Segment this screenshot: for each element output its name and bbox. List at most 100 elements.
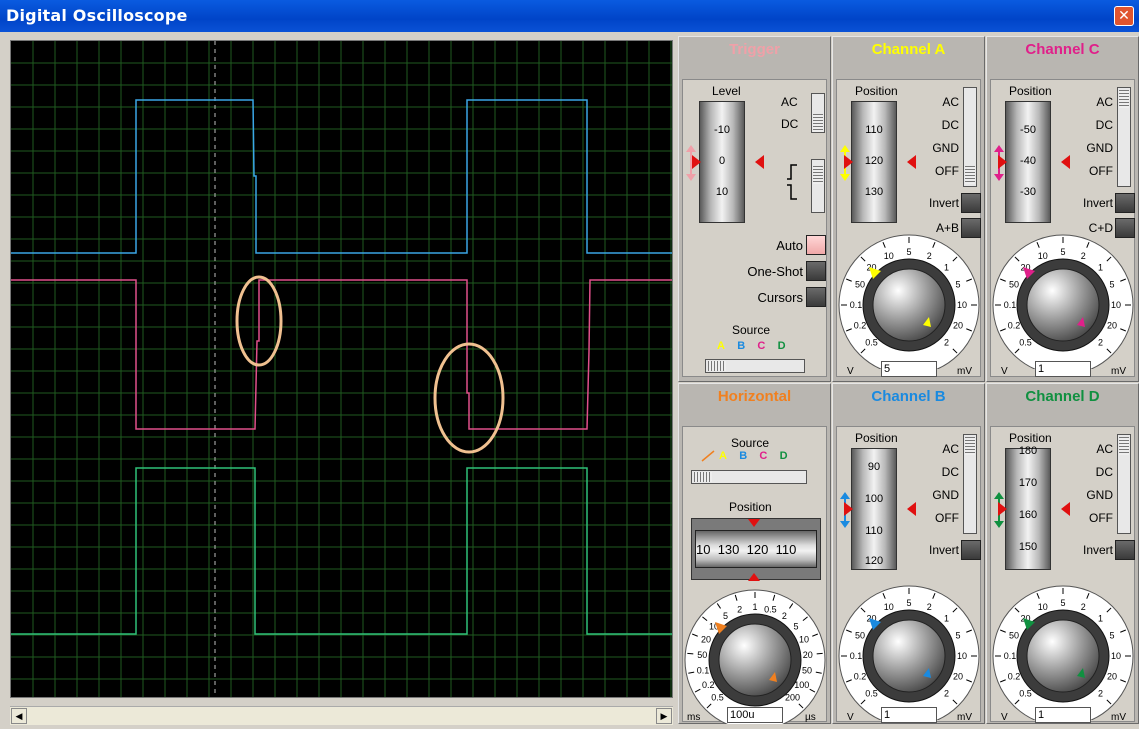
dial-tick-label: 1	[752, 602, 757, 612]
channel-a-invert-button[interactable]	[961, 193, 981, 213]
trigger-ac-label: AC	[781, 95, 798, 109]
channel-d-off: OFF	[1089, 511, 1113, 525]
channel-b-coupling-slider[interactable]	[963, 434, 977, 534]
dial-tick-label: 2	[1081, 251, 1086, 261]
dial-tick-label: 10	[884, 251, 894, 261]
channel-a-unit-left: V	[847, 366, 854, 377]
h-source-c: C	[759, 450, 768, 462]
channel-a-volts-dial[interactable]: 0.5 0.2 0.1 50 20 10 5 2 1 5 10 20 2	[835, 229, 983, 379]
channel-b-off: OFF	[935, 511, 959, 525]
channel-d-coupling-slider[interactable]	[1117, 434, 1131, 534]
channel-a-panel: Channel A Position 110 120 130 AC DC GND…	[832, 36, 985, 382]
dial-tick-label: 0.1	[1004, 300, 1017, 310]
knob-cap[interactable]	[718, 623, 792, 697]
channel-c-dc: DC	[1095, 118, 1113, 132]
dial-tick-label: 50	[855, 631, 865, 641]
channel-b-ac: AC	[942, 442, 959, 456]
auto-label: Auto	[776, 238, 803, 253]
channel-d-tick: 170	[1018, 477, 1038, 489]
cursors-label: Cursors	[757, 290, 803, 305]
dial-tick-label: 100	[794, 680, 809, 690]
horizontal-scrollbar[interactable]: ◀ ▶	[10, 706, 673, 725]
channel-b-unit-left: V	[847, 712, 854, 723]
channel-d-ac: AC	[1096, 442, 1113, 456]
level-tick: -10	[714, 124, 730, 136]
dial-tick-label: 50	[1009, 631, 1019, 641]
trigger-edge-icon	[701, 450, 715, 462]
channel-b-dc: DC	[941, 465, 959, 479]
channel-c-volts-dial[interactable]: 0.5 0.2 0.1 50 20 10 5 2 1 5 10 20 2	[989, 229, 1137, 379]
channel-c-tick: -50	[1020, 124, 1036, 136]
dial-graphic: 0.50.20.1502010 5 21510202	[992, 585, 1134, 727]
cursors-button[interactable]	[806, 287, 826, 307]
dial-tick-label: 0.2	[1008, 320, 1021, 330]
channel-a-value[interactable]: 5	[881, 361, 937, 377]
channel-a-position-label: Position	[855, 84, 898, 98]
channel-d-title: Channel D	[1025, 388, 1100, 405]
title-bar: Digital Oscilloscope ✕	[0, 0, 1139, 32]
trigger-coupling-slider[interactable]	[811, 93, 825, 133]
dial-tick-label: 1	[944, 614, 949, 624]
dial-tick-label: 0.5	[865, 688, 878, 698]
knob-cap[interactable]	[872, 268, 946, 342]
knob-cap[interactable]	[1026, 268, 1100, 342]
source-d: D	[777, 340, 786, 352]
channel-c-ac: AC	[1096, 95, 1113, 109]
channel-d-value[interactable]: 1	[1035, 707, 1091, 723]
channel-a-invert-label: Invert	[928, 196, 959, 210]
dial-tick-label: 2	[944, 688, 949, 698]
channel-c-invert-button[interactable]	[1115, 193, 1135, 213]
horizontal-value[interactable]: 100u	[727, 707, 783, 723]
dial-tick-label: 2	[927, 251, 932, 261]
dial-tick-label: 0.1	[850, 651, 863, 661]
channel-c-invert-label: Invert	[1082, 196, 1113, 210]
auto-button[interactable]	[806, 235, 826, 255]
level-pointers-icon	[692, 155, 764, 169]
h-tick: 10	[696, 542, 711, 557]
horizontal-panel: Horizontal Source A B C D Position 10 13…	[678, 383, 831, 729]
h-source-d: D	[779, 450, 788, 462]
channel-d-tick: 150	[1018, 541, 1038, 553]
channel-a-tick: 130	[864, 186, 884, 198]
channel-d-invert-button[interactable]	[1115, 540, 1135, 560]
source-a: A	[717, 340, 725, 352]
dial-tick-label: 0.1	[850, 300, 863, 310]
oneshot-label: One-Shot	[747, 264, 803, 279]
knob-cap[interactable]	[872, 619, 946, 693]
scroll-left-button[interactable]: ◀	[11, 708, 27, 724]
dial-tick-label: 0.2	[854, 671, 867, 681]
channel-b-invert-button[interactable]	[961, 540, 981, 560]
channel-c-coupling-slider[interactable]	[1117, 87, 1131, 187]
left-arrow-icon: ◀	[15, 711, 23, 721]
dial-graphic: 0.50.20.1502010 5 21510202	[992, 234, 1134, 376]
oneshot-button[interactable]	[806, 261, 826, 281]
channel-c-tick: -30	[1020, 186, 1036, 198]
horizontal-time-dial[interactable]: 0.5 0.2 0.1 50 20 10 5 2 1 0.5 2 5 10 20 50 100 200	[681, 584, 829, 729]
trigger-source-letters: A B C D	[717, 340, 786, 352]
grid	[11, 41, 672, 697]
window-title: Digital Oscilloscope	[6, 6, 188, 25]
knob-cap[interactable]	[1026, 619, 1100, 693]
channel-b-tick: 120	[864, 555, 884, 567]
channel-d-volts-dial[interactable]: 0.5 0.2 0.1 50 20 10 5 2 1 5 10 20 2	[989, 580, 1137, 727]
horizontal-source-letters: A B C D	[719, 450, 788, 462]
channel-a-coupling-slider[interactable]	[963, 87, 977, 187]
trigger-edge-slider[interactable]	[811, 159, 825, 213]
dial-tick-label: 20	[803, 650, 813, 660]
channel-b-value[interactable]: 1	[881, 707, 937, 723]
close-button[interactable]: ✕	[1114, 6, 1134, 26]
dial-tick-label: 20	[1107, 671, 1117, 681]
horizontal-unit-right: µs	[805, 712, 816, 723]
horizontal-source-slider[interactable]	[691, 470, 807, 484]
level-label: Level	[712, 84, 741, 98]
channel-b-volts-dial[interactable]: 0.5 0.2 0.1 50 20 10 5 2 1 5 10 20 2	[835, 580, 983, 727]
channel-d-gnd: GND	[1086, 488, 1113, 502]
channel-b-tick: 90	[867, 461, 881, 473]
channel-c-value[interactable]: 1	[1035, 361, 1091, 377]
trigger-source-slider[interactable]	[705, 359, 805, 373]
dial-tick-label: 50	[697, 650, 707, 660]
channel-b-panel: Channel B Position 90 100 110 120 AC DC …	[832, 383, 985, 727]
channel-c-title: Channel C	[1025, 41, 1100, 58]
trace-plot	[11, 41, 672, 697]
scroll-right-button[interactable]: ▶	[656, 708, 672, 724]
